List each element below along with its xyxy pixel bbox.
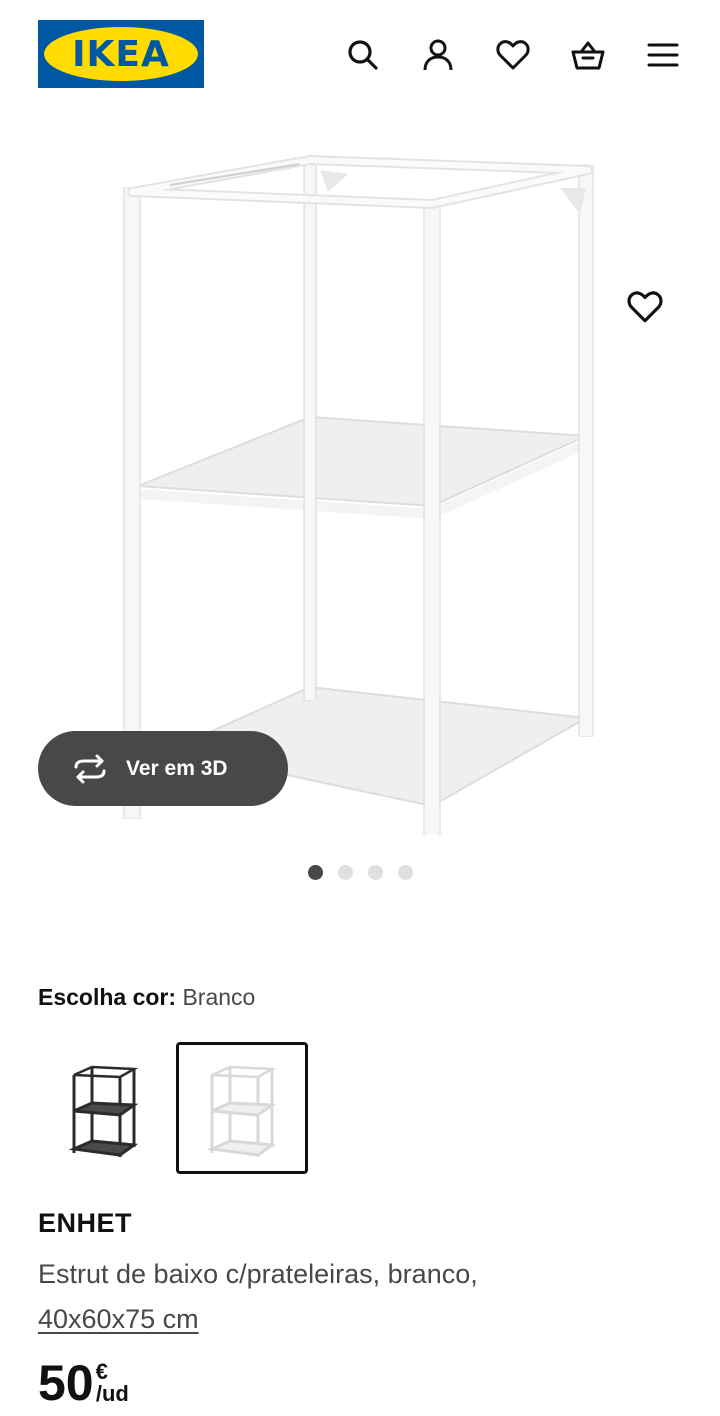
favorite-heart-icon[interactable] <box>620 282 670 332</box>
menu-icon[interactable] <box>638 30 688 80</box>
color-choice-separator: : <box>168 984 177 1010</box>
product-gallery[interactable]: Ver em 3D <box>0 110 720 900</box>
carousel-dot[interactable] <box>307 865 323 880</box>
carousel-dots <box>0 865 720 883</box>
price-integer: 50 <box>38 1355 94 1411</box>
rotate-3d-icon <box>74 754 106 783</box>
color-choice-label: Escolha cor: Branco <box>38 984 255 1011</box>
user-icon[interactable] <box>413 30 463 80</box>
view-3d-button[interactable]: Ver em 3D <box>38 731 288 806</box>
product-name: ENHET <box>38 1208 133 1238</box>
carousel-dot[interactable] <box>367 865 383 880</box>
color-swatch-anthracite[interactable] <box>38 1042 170 1174</box>
product-price: 50 € /ud <box>38 1355 129 1411</box>
heart-icon[interactable] <box>488 30 538 80</box>
view-3d-label: Ver em 3D <box>126 756 228 780</box>
basket-icon[interactable] <box>563 30 613 80</box>
ikea-logo[interactable]: IKEA <box>38 20 204 88</box>
carousel-dot[interactable] <box>337 865 353 880</box>
product-image[interactable] <box>110 130 610 835</box>
logo-oval: IKEA <box>44 27 198 81</box>
product-description-block: Estrut de baixo c/prateleiras, branco, 4… <box>38 1252 678 1342</box>
carousel-dot[interactable] <box>397 865 413 880</box>
logo-text: IKEA <box>72 33 170 75</box>
color-choice-heading: Escolha cor <box>38 984 169 1010</box>
price-unit: /ud <box>95 1381 129 1406</box>
color-choice-value: Branco <box>182 984 256 1010</box>
search-icon[interactable] <box>338 30 388 80</box>
header: IKEA <box>0 0 720 110</box>
product-dimensions-link[interactable]: 40x60x75 cm <box>38 1304 199 1334</box>
color-swatch-white[interactable] <box>176 1042 308 1174</box>
product-description: Estrut de baixo c/prateleiras, branco, <box>38 1259 478 1289</box>
